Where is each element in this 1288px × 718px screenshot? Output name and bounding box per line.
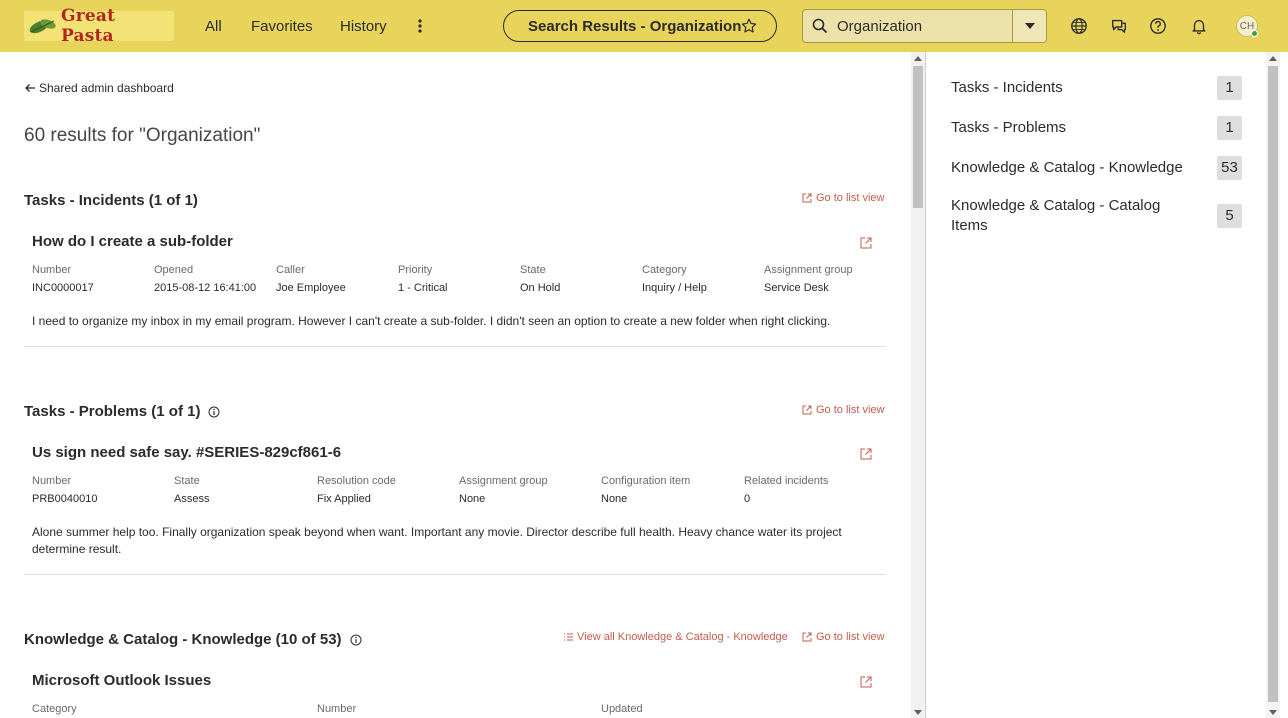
incident-field-priority: Priority 1 - Critical [398, 264, 448, 294]
knowledge-field-updated: Updated [601, 703, 643, 715]
knowledge-field-category: Category [32, 703, 77, 715]
section-divider [24, 346, 886, 347]
incidents-section-heading: Tasks - Incidents (1 of 1) [24, 192, 198, 209]
results-count-title: 60 results for "Organization" [24, 125, 261, 146]
incident-field-state: State On Hold [520, 264, 561, 294]
incidents-heading-text: Tasks - Incidents (1 of 1) [24, 192, 198, 209]
incidents-go-to-list-link[interactable]: Go to list view [802, 192, 884, 204]
scroll-down-arrow[interactable] [1269, 710, 1277, 715]
problem-field-number: Number PRB0040010 [32, 475, 98, 505]
scroll-down-arrow[interactable] [914, 710, 922, 715]
problems-heading-text: Tasks - Problems (1 of 1) [24, 403, 201, 420]
knowledge-view-all-link[interactable]: View all Knowledge & Catalog - Knowledge [564, 631, 788, 643]
knowledge-record-title[interactable]: Microsoft Outlook Issues [32, 672, 211, 689]
back-link[interactable]: Shared admin dashboard [24, 81, 174, 95]
go-to-list-label: Go to list view [816, 192, 885, 204]
open-record-icon[interactable] [860, 237, 872, 249]
scroll-up-arrow[interactable] [914, 56, 922, 61]
incident-field-opened: Opened 2015-08-12 16:41:00 [154, 264, 257, 294]
side-item-catalog-items[interactable]: Knowledge & Catalog - Catalog Items 5 [951, 196, 1242, 236]
page-title: Search Results - Organization [528, 17, 742, 35]
open-record-icon[interactable] [860, 676, 872, 688]
scrollbar-thumb[interactable] [1268, 66, 1278, 702]
result-count-badge: 1 [1217, 116, 1242, 140]
results-filter-panel: Tasks - Incidents 1 Tasks - Problems 1 K… [925, 52, 1266, 718]
go-to-list-label: Go to list view [816, 404, 885, 416]
problems-go-to-list-link[interactable]: Go to list view [802, 404, 884, 416]
scroll-up-arrow[interactable] [1269, 56, 1277, 61]
caret-down-icon [1024, 23, 1035, 29]
knowledge-go-to-list-link[interactable]: Go to list view [802, 631, 884, 643]
chat-icon[interactable] [1109, 16, 1129, 36]
result-count-badge: 1 [1217, 76, 1242, 100]
online-status-dot [1251, 30, 1258, 37]
problem-field-assignment-group: Assignment group None [459, 475, 548, 505]
section-divider [24, 574, 886, 575]
search-icon [803, 10, 837, 42]
nav-favorites[interactable]: Favorites [251, 0, 313, 52]
basil-leaf-icon [29, 19, 56, 34]
global-search [802, 9, 1047, 43]
external-link-icon [802, 405, 812, 415]
knowledge-heading-text: Knowledge & Catalog - Knowledge (10 of 5… [24, 631, 342, 648]
result-count-badge: 53 [1217, 156, 1242, 180]
problem-field-related-incidents: Related incidents 0 [744, 475, 829, 505]
company-logo[interactable]: Great Pasta [24, 6, 174, 46]
side-item-tasks-incidents[interactable]: Tasks - Incidents 1 [951, 76, 1242, 100]
globe-icon[interactable] [1069, 16, 1089, 36]
search-scope-dropdown[interactable] [1012, 10, 1046, 42]
incident-field-category: Category Inquiry / Help [642, 264, 707, 294]
incident-field-caller: Caller Joe Employee [276, 264, 346, 294]
info-icon[interactable] [350, 634, 362, 646]
scrollbar-thumb[interactable] [913, 66, 923, 208]
nav-all[interactable]: All [205, 0, 222, 52]
problem-field-configuration-item: Configuration item None [601, 475, 691, 505]
result-count-badge: 5 [1217, 204, 1242, 228]
brand-name: Great Pasta [60, 6, 116, 46]
favorite-star-icon[interactable] [740, 17, 758, 35]
page-title-pill: Search Results - Organization [503, 10, 777, 42]
side-item-knowledge[interactable]: Knowledge & Catalog - Knowledge 53 [951, 156, 1242, 180]
problems-section-heading: Tasks - Problems (1 of 1) [24, 403, 220, 420]
view-all-label: View all Knowledge & Catalog - Knowledge [577, 631, 788, 643]
nav-history[interactable]: History [340, 0, 387, 52]
side-item-tasks-problems[interactable]: Tasks - Problems 1 [951, 116, 1242, 140]
back-link-label: Shared admin dashboard [39, 81, 174, 95]
info-icon[interactable] [208, 406, 220, 418]
incident-record-title[interactable]: How do I create a sub-folder [32, 233, 233, 250]
more-menu-icon[interactable] [413, 0, 427, 52]
open-record-icon[interactable] [860, 448, 872, 460]
knowledge-field-number: Number [317, 703, 357, 715]
problem-record-title[interactable]: Us sign need safe say. #SERIES-829cf861-… [32, 444, 341, 461]
main-scrollbar[interactable] [911, 52, 925, 718]
search-input[interactable] [837, 17, 1013, 35]
problem-field-resolution-code: Resolution code Fix Applied [317, 475, 396, 505]
problem-description: Alone summer help too. Finally organizat… [32, 525, 842, 556]
list-icon [564, 633, 573, 641]
external-link-icon [802, 193, 812, 203]
side-panel-scrollbar[interactable] [1266, 52, 1280, 718]
knowledge-section-heading: Knowledge & Catalog - Knowledge (10 of 5… [24, 631, 362, 648]
problem-field-state: State Assess [174, 475, 210, 505]
external-link-icon [802, 632, 812, 642]
incident-field-number: Number INC0000017 [32, 264, 94, 294]
incident-field-assignment-group: Assignment group Service Desk [764, 264, 853, 294]
help-icon[interactable] [1148, 16, 1168, 36]
incident-description: I need to organize my inbox in my email … [32, 314, 831, 328]
user-avatar[interactable]: CH [1236, 15, 1258, 37]
go-to-list-label: Go to list view [816, 631, 885, 643]
notifications-bell-icon[interactable] [1189, 16, 1209, 36]
search-results-main: Shared admin dashboard 60 results for "O… [0, 52, 912, 718]
top-navigation-bar: Great Pasta All Favorites History Search… [0, 0, 1288, 52]
arrow-left-icon [25, 84, 35, 92]
